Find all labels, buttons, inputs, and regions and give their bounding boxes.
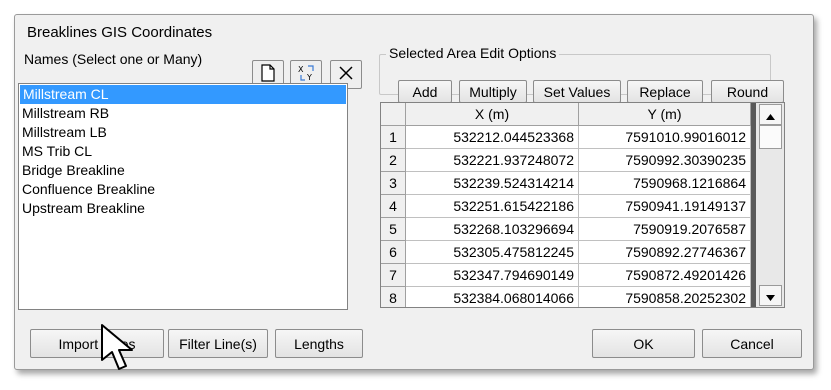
ok-button[interactable]: OK: [592, 329, 695, 358]
round-button[interactable]: Round: [711, 80, 784, 103]
x-cell[interactable]: 532268.103296694: [406, 218, 579, 241]
list-item[interactable]: Millstream CL: [20, 85, 346, 104]
scroll-down-button[interactable]: [759, 285, 782, 306]
row-number[interactable]: 7: [381, 264, 406, 287]
list-item[interactable]: Millstream RB: [19, 104, 347, 123]
svg-text:Y: Y: [306, 73, 312, 82]
x-cell[interactable]: 532239.524314214: [406, 172, 579, 195]
add-button[interactable]: Add: [398, 80, 452, 103]
list-item[interactable]: Bridge Breakline: [19, 161, 347, 180]
row-number[interactable]: 2: [381, 149, 406, 172]
table-row[interactable]: 1 532212.044523368 7591010.99016012: [381, 126, 751, 149]
x-cell[interactable]: 532305.475812245: [406, 241, 579, 264]
names-label: Names (Select one or Many): [24, 51, 203, 67]
column-header-x[interactable]: X (m): [406, 103, 579, 126]
grid-corner-header: [381, 103, 406, 126]
vertical-scrollbar[interactable]: [751, 103, 784, 307]
y-cell[interactable]: 7590941.19149137: [579, 195, 751, 218]
edit-options-legend: Selected Area Edit Options: [386, 45, 560, 61]
table-row[interactable]: 8 532384.068014066 7590858.20252302: [381, 287, 751, 307]
row-number[interactable]: 8: [381, 287, 406, 307]
table-row[interactable]: 3 532239.524314214 7590968.1216864: [381, 172, 751, 195]
arrow-down-icon: [766, 288, 775, 304]
list-item[interactable]: Upstream Breakline: [19, 199, 347, 218]
table-row[interactable]: 4 532251.615422186 7590941.19149137: [381, 195, 751, 218]
scrollbar-edge: [751, 103, 756, 307]
table-row[interactable]: 2 532221.937248072 7590992.30390235: [381, 149, 751, 172]
x-cell[interactable]: 532212.044523368: [406, 126, 579, 149]
cancel-button[interactable]: Cancel: [702, 329, 802, 358]
coordinates-grid[interactable]: X (m) Y (m) 1 532212.044523368 7591010.990…: [380, 102, 785, 308]
table-row[interactable]: 6 532305.475812245 7590892.27746367: [381, 241, 751, 264]
list-item[interactable]: Millstream LB: [19, 123, 347, 142]
x-cell[interactable]: 532347.794690149: [406, 264, 579, 287]
names-listbox[interactable]: Millstream CL Millstream RB Millstream LB M…: [18, 83, 348, 310]
row-number[interactable]: 6: [381, 241, 406, 264]
delete-x-icon: [339, 66, 353, 83]
scroll-thumb[interactable]: [759, 125, 782, 149]
multiply-button[interactable]: Multiply: [459, 80, 527, 103]
row-number[interactable]: 4: [381, 195, 406, 218]
x-cell[interactable]: 532384.068014066: [406, 287, 579, 307]
svg-text:X: X: [298, 65, 304, 74]
set-values-button[interactable]: Set Values: [533, 80, 621, 103]
x-cell[interactable]: 532221.937248072: [406, 149, 579, 172]
table-row[interactable]: 5 532268.103296694 7590919.2076587: [381, 218, 751, 241]
list-item[interactable]: MS Trib CL: [19, 142, 347, 161]
row-number[interactable]: 3: [381, 172, 406, 195]
y-cell[interactable]: 7590892.27746367: [579, 241, 751, 264]
column-header-y[interactable]: Y (m): [579, 103, 751, 126]
replace-button[interactable]: Replace: [627, 80, 703, 103]
window-title: Breaklines GIS Coordinates: [27, 24, 213, 41]
row-number[interactable]: 5: [381, 218, 406, 241]
new-document-icon: [260, 64, 276, 85]
arrow-up-icon: [766, 107, 775, 123]
y-cell[interactable]: 7590992.30390235: [579, 149, 751, 172]
y-cell[interactable]: 7590968.1216864: [579, 172, 751, 195]
row-number[interactable]: 1: [381, 126, 406, 149]
mouse-pointer-icon: [98, 322, 150, 389]
y-cell[interactable]: 7590872.49201426: [579, 264, 751, 287]
y-cell[interactable]: 7591010.99016012: [579, 126, 751, 149]
y-cell[interactable]: 7590919.2076587: [579, 218, 751, 241]
y-cell[interactable]: 7590858.20252302: [579, 287, 751, 307]
list-item[interactable]: Confluence Breakline: [19, 180, 347, 199]
scroll-up-button[interactable]: [759, 104, 782, 125]
lengths-button[interactable]: Lengths: [275, 329, 363, 358]
filter-lines-button[interactable]: Filter Line(s): [168, 329, 268, 358]
table-row[interactable]: 7 532347.794690149 7590872.49201426: [381, 264, 751, 287]
x-cell[interactable]: 532251.615422186: [406, 195, 579, 218]
